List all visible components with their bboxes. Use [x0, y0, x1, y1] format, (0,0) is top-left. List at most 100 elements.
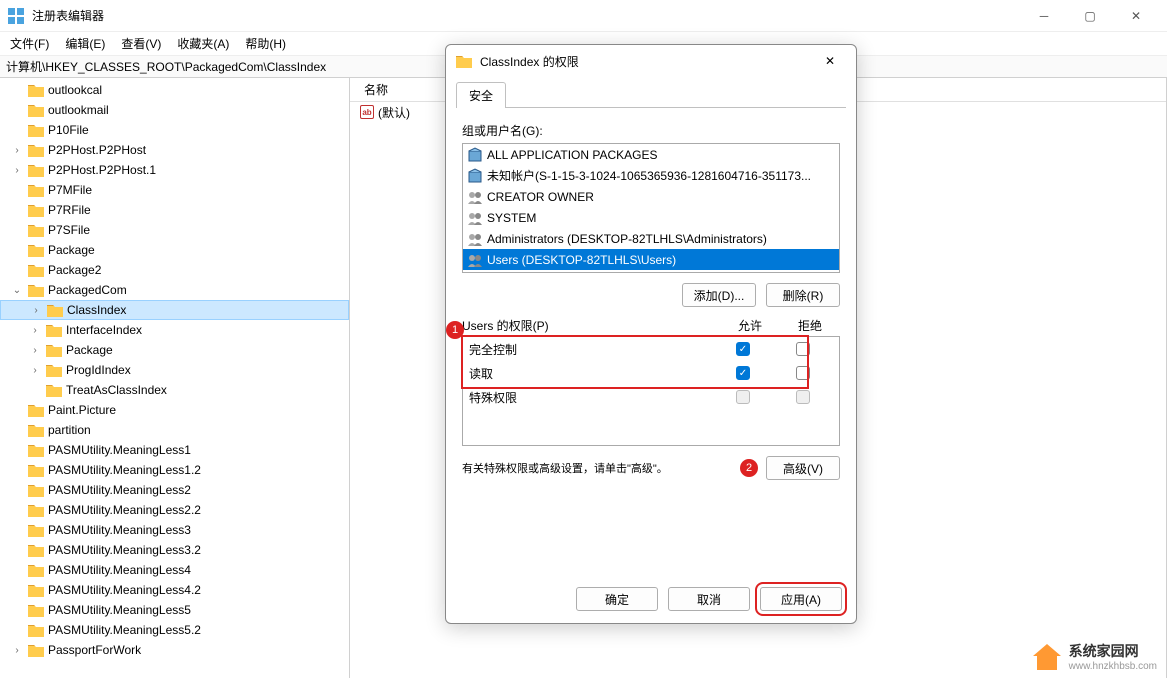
tree-item[interactable]: PASMUtility.MeaningLess1 — [0, 440, 349, 460]
permissions-for-label: Users 的权限(P) — [462, 317, 720, 334]
allow-column: 允许 — [720, 317, 780, 334]
menu-edit[interactable]: 编辑(E) — [59, 33, 111, 54]
menu-file[interactable]: 文件(F) — [4, 33, 55, 54]
tree-item[interactable]: Package2 — [0, 260, 349, 280]
tree-item[interactable]: P7MFile — [0, 180, 349, 200]
tree-item[interactable]: › PassportForWork — [0, 640, 349, 660]
permission-row: 完全控制✓ — [463, 337, 839, 361]
folder-icon — [28, 423, 44, 437]
tree-item[interactable]: PASMUtility.MeaningLess3 — [0, 520, 349, 540]
tree-item-label: ClassIndex — [67, 303, 126, 317]
tab-security[interactable]: 安全 — [456, 82, 506, 108]
dialog-close-button[interactable]: ✕ — [814, 45, 846, 77]
tree-item[interactable]: partition — [0, 420, 349, 440]
allow-checkbox[interactable]: ✓ — [736, 342, 750, 356]
tree-item[interactable]: ›Package — [0, 340, 349, 360]
folder-icon — [47, 303, 63, 317]
chevron-right-icon[interactable]: › — [28, 345, 42, 356]
tree-item[interactable]: ›InterfaceIndex — [0, 320, 349, 340]
user-label: Users (DESKTOP-82TLHLS\Users) — [487, 253, 676, 267]
user-label: Administrators (DESKTOP-82TLHLS\Administ… — [487, 232, 767, 246]
apply-button[interactable]: 应用(A) — [760, 587, 842, 611]
chevron-right-icon[interactable]: › — [28, 325, 42, 336]
deny-checkbox[interactable] — [796, 342, 810, 356]
tree-item[interactable]: outlookcal — [0, 80, 349, 100]
tree-item[interactable]: PASMUtility.MeaningLess4 — [0, 560, 349, 580]
permission-row: 特殊权限 — [463, 385, 839, 409]
maximize-button[interactable]: ▢ — [1067, 0, 1113, 32]
chevron-right-icon[interactable]: › — [10, 645, 24, 656]
user-row[interactable]: SYSTEM — [463, 207, 839, 228]
tree-item[interactable]: P7RFile — [0, 200, 349, 220]
folder-icon — [28, 583, 44, 597]
tree-item[interactable]: P10File — [0, 120, 349, 140]
tree-item-label: PASMUtility.MeaningLess4 — [48, 563, 191, 577]
tree-item-label: Package2 — [48, 263, 101, 277]
window-titlebar: 注册表编辑器 ─ ▢ ✕ — [0, 0, 1167, 32]
tree-item[interactable]: outlookmail — [0, 100, 349, 120]
chevron-right-icon[interactable]: › — [28, 365, 42, 376]
registry-tree[interactable]: outlookcaloutlookmailP10File›P2PHost.P2P… — [0, 78, 350, 678]
chevron-right-icon[interactable]: › — [10, 165, 24, 176]
folder-icon — [28, 183, 44, 197]
tree-item-label: PASMUtility.MeaningLess2 — [48, 483, 191, 497]
tree-item-label: P2PHost.P2PHost.1 — [48, 163, 156, 177]
allow-checkbox — [736, 390, 750, 404]
tree-item[interactable]: PASMUtility.MeaningLess2.2 — [0, 500, 349, 520]
tree-item[interactable]: ⌄ PackagedCom — [0, 280, 349, 300]
folder-icon — [28, 443, 44, 457]
tree-item-label: Package — [48, 243, 95, 257]
tree-item[interactable]: PASMUtility.MeaningLess1.2 — [0, 460, 349, 480]
tree-item[interactable]: PASMUtility.MeaningLess5.2 — [0, 620, 349, 640]
menu-favorites[interactable]: 收藏夹(A) — [171, 33, 235, 54]
tree-item[interactable]: Package — [0, 240, 349, 260]
tree-item[interactable]: Paint.Picture — [0, 400, 349, 420]
col-name[interactable]: 名称 — [358, 81, 394, 98]
menu-view[interactable]: 查看(V) — [115, 33, 167, 54]
folder-icon — [28, 523, 44, 537]
tree-item[interactable]: PASMUtility.MeaningLess5 — [0, 600, 349, 620]
deny-checkbox[interactable] — [796, 366, 810, 380]
user-row[interactable]: ALL APPLICATION PACKAGES — [463, 144, 839, 165]
user-row[interactable]: 未知帐户(S-1-15-3-1024-1065365936-1281604716… — [463, 165, 839, 186]
chevron-down-icon[interactable]: ⌄ — [10, 285, 24, 296]
user-list[interactable]: ALL APPLICATION PACKAGES未知帐户(S-1-15-3-10… — [462, 143, 840, 273]
tree-item[interactable]: PASMUtility.MeaningLess2 — [0, 480, 349, 500]
user-row[interactable]: Users (DESKTOP-82TLHLS\Users) — [463, 249, 839, 270]
tree-item[interactable]: › ClassIndex — [0, 300, 349, 320]
tree-item[interactable]: P7SFile — [0, 220, 349, 240]
tree-item[interactable]: PASMUtility.MeaningLess4.2 — [0, 580, 349, 600]
dialog-titlebar[interactable]: ClassIndex 的权限 ✕ — [446, 45, 856, 77]
allow-checkbox[interactable]: ✓ — [736, 366, 750, 380]
folder-icon — [28, 563, 44, 577]
tree-item-label: PassportForWork — [48, 643, 141, 657]
cancel-button[interactable]: 取消 — [668, 587, 750, 611]
tree-item-label: PASMUtility.MeaningLess5 — [48, 603, 191, 617]
ok-button[interactable]: 确定 — [576, 587, 658, 611]
chevron-right-icon[interactable]: › — [10, 145, 24, 156]
minimize-button[interactable]: ─ — [1021, 0, 1067, 32]
chevron-right-icon[interactable]: › — [29, 305, 43, 316]
remove-button[interactable]: 删除(R) — [766, 283, 840, 307]
tree-item[interactable]: ›P2PHost.P2PHost — [0, 140, 349, 160]
folder-icon — [28, 283, 44, 297]
tree-item[interactable]: TreatAsClassIndex — [0, 380, 349, 400]
folder-icon — [28, 643, 44, 657]
user-row[interactable]: CREATOR OWNER — [463, 186, 839, 207]
tree-item-label: P7MFile — [48, 183, 92, 197]
tree-item[interactable]: PASMUtility.MeaningLess3.2 — [0, 540, 349, 560]
permissions-list: 完全控制✓读取✓特殊权限 — [462, 336, 840, 446]
advanced-button[interactable]: 高级(V) — [766, 456, 840, 480]
user-row[interactable]: Administrators (DESKTOP-82TLHLS\Administ… — [463, 228, 839, 249]
menu-help[interactable]: 帮助(H) — [239, 33, 292, 54]
app-icon — [8, 8, 24, 24]
folder-icon — [28, 223, 44, 237]
tree-item-label: partition — [48, 423, 91, 437]
tree-item[interactable]: ›ProgIdIndex — [0, 360, 349, 380]
folder-icon — [456, 54, 472, 68]
tree-item[interactable]: › P2PHost.P2PHost.1 — [0, 160, 349, 180]
add-button[interactable]: 添加(D)... — [682, 283, 756, 307]
close-button[interactable]: ✕ — [1113, 0, 1159, 32]
folder-icon — [28, 503, 44, 517]
tree-item-label: PackagedCom — [48, 283, 127, 297]
